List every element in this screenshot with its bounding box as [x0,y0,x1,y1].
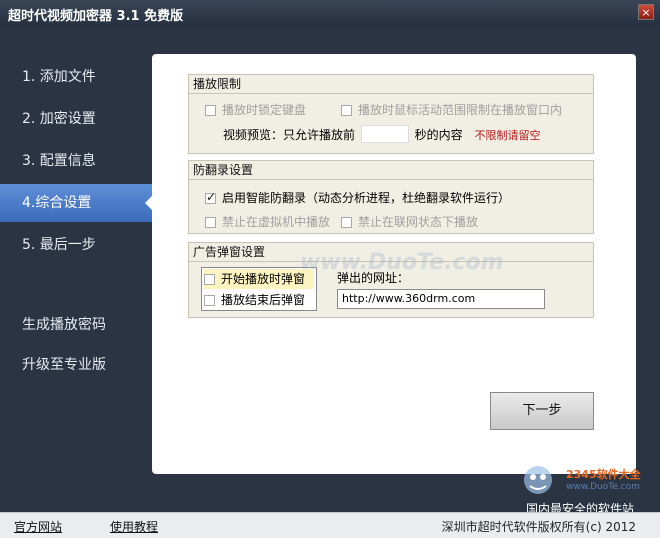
no-vm-option[interactable]: 禁止在虚拟机中播放 [205,213,330,230]
popup-on-start-checkbox[interactable] [204,274,215,285]
official-site-link[interactable]: 官方网站 [14,518,62,535]
option-label: 开始播放时弹窗 [221,272,306,286]
watermark-logo [518,462,558,498]
sidebar-item-add-files[interactable]: 1. 添加文件 [0,58,152,96]
no-network-checkbox[interactable] [341,217,352,228]
smart-anti-record-option[interactable]: 启用智能防翻录（动态分析进程，杜绝翻录软件运行） [205,189,510,206]
sidebar: 1. 添加文件 2. 加密设置 3. 配置信息 4.综合设置 5. 最后一步 生… [0,26,152,494]
option-label: 禁止在虚拟机中播放 [222,215,331,229]
close-button[interactable]: × [638,4,654,20]
preview-prefix: 视频预览：只允许播放前 [223,128,356,142]
popup-on-end-option[interactable]: 播放结束后弹窗 [204,290,314,310]
no-network-option[interactable]: 禁止在联网状态下播放 [341,213,478,230]
lock-keyboard-option[interactable]: 播放时锁定键盘 [205,101,306,118]
popup-on-end-checkbox[interactable] [204,295,215,306]
option-label: 启用智能防翻录（动态分析进程，杜绝翻录软件运行） [222,191,511,205]
copyright-text: 深圳市超时代软件版权所有(c) 2012 [441,520,636,534]
sidebar-item-encrypt-settings[interactable]: 2. 加密设置 [0,100,152,138]
sidebar-item-general-settings[interactable]: 4.综合设置 [0,184,152,222]
smart-anti-record-checkbox[interactable] [205,190,216,204]
option-label: 禁止在联网状态下播放 [358,215,479,229]
preview-suffix: 秒的内容 [414,128,463,142]
tutorial-link[interactable]: 使用教程 [110,518,158,535]
watermark-site: www.DuoTe.com [300,250,504,275]
option-label: 播放时鼠标活动范围限制在播放窗口内 [358,103,563,117]
popup-url-input[interactable]: http://www.360drm.com [337,289,545,309]
footer-bar: 官方网站 使用教程 深圳市超时代软件版权所有(c) 2012 [0,512,660,538]
sidebar-item-config-info[interactable]: 3. 配置信息 [0,142,152,180]
group-title: 防翻录设置 [189,161,593,180]
limit-mouse-option[interactable]: 播放时鼠标活动范围限制在播放窗口内 [341,101,562,118]
preview-limit-row: 视频预览：只允许播放前 秒的内容 不限制请留空 [223,125,541,143]
group-title: 播放限制 [189,75,593,94]
watermark-badge: 2345软件大全 [566,468,641,481]
watermark-badge-url: www.DuoTe.com [566,482,640,492]
preview-note: 不限制请留空 [474,129,541,142]
limit-mouse-checkbox[interactable] [341,105,352,116]
option-label: 播放结束后弹窗 [221,293,306,307]
window-title: 超时代视频加密器 3.1 免费版 [8,9,184,24]
popup-on-start-option[interactable]: 开始播放时弹窗 [204,269,314,289]
no-vm-checkbox[interactable] [205,217,216,228]
mascot-icon [524,466,552,494]
sidebar-item-generate-password[interactable]: 生成播放密码 [0,306,152,344]
sidebar-item-upgrade-pro[interactable]: 升级至专业版 [0,346,152,384]
title-bar: 超时代视频加密器 3.1 免费版 × [0,0,660,26]
playback-limit-group: 播放限制 播放时锁定键盘 播放时鼠标活动范围限制在播放窗口内 视频预览：只允许播… [188,74,594,154]
app-window: 超时代视频加密器 3.1 免费版 × 1. 添加文件 2. 加密设置 3. 配置… [0,0,660,538]
lock-keyboard-checkbox[interactable] [205,105,216,116]
next-step-button[interactable]: 下一步 [490,392,594,430]
anti-record-group: 防翻录设置 启用智能防翻录（动态分析进程，杜绝翻录软件运行） 禁止在虚拟机中播放… [188,160,594,234]
preview-seconds-input[interactable] [360,125,409,143]
sidebar-item-final-step[interactable]: 5. 最后一步 [0,226,152,264]
option-label: 播放时锁定键盘 [222,103,307,117]
